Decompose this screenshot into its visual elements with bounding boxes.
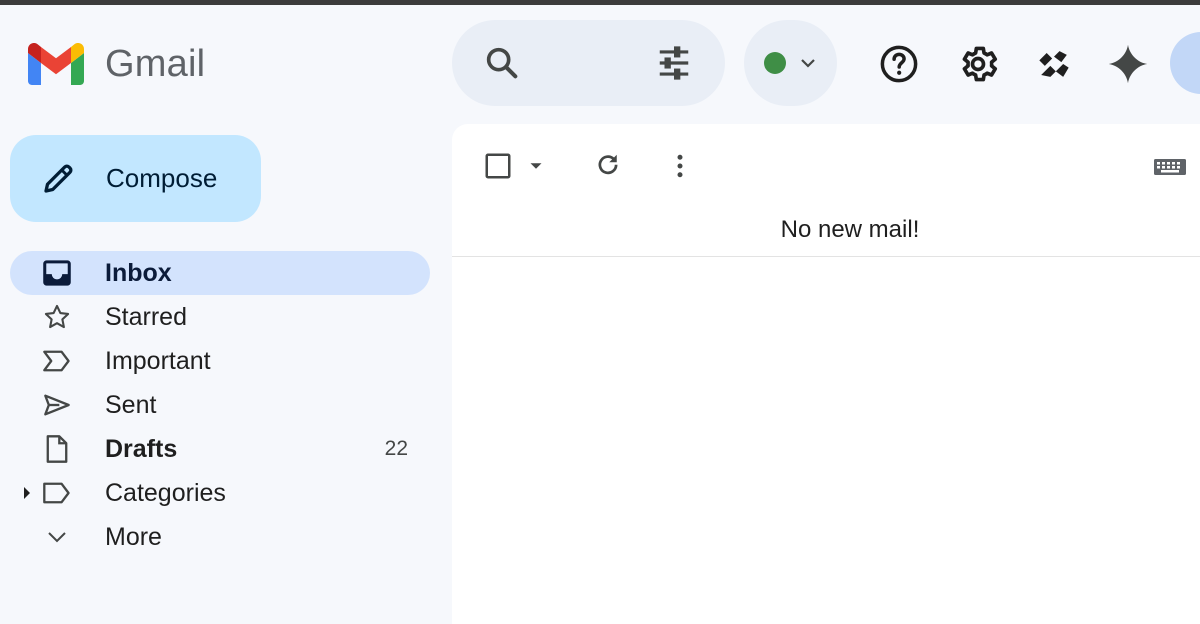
drafts-count: 22 <box>384 437 408 460</box>
settings-button[interactable] <box>954 40 1002 88</box>
sidebar-item-label: More <box>105 522 162 551</box>
compose-label: Compose <box>106 163 218 193</box>
search-bar[interactable] <box>452 20 725 106</box>
refresh-icon <box>598 154 618 175</box>
sidebar-item-sent[interactable]: Sent <box>10 383 430 427</box>
sidebar-item-label: Drafts <box>105 434 178 463</box>
expand-arrow-icon[interactable] <box>22 485 32 506</box>
pencil-icon <box>44 164 73 193</box>
chat-app-icon <box>1039 51 1069 77</box>
chevron-down-icon <box>40 523 74 551</box>
sidebar-item-categories[interactable]: Categories <box>10 471 430 515</box>
caret-down-icon[interactable] <box>525 155 547 177</box>
search-icon[interactable] <box>482 43 522 83</box>
star-icon <box>40 303 74 331</box>
draft-icon <box>40 435 74 463</box>
gear-icon <box>962 46 998 82</box>
important-icon <box>40 347 74 375</box>
keyboard-icon <box>1154 159 1186 175</box>
sidebar-item-label: Sent <box>105 390 157 419</box>
sidebar-item-label: Categories <box>105 478 226 507</box>
chevron-down-icon <box>800 59 815 68</box>
sidebar-item-label: Starred <box>105 302 187 331</box>
help-icon <box>880 45 918 83</box>
more-options-button[interactable] <box>660 146 700 186</box>
sidebar-nav: Inbox Starred Important Sent Drafts 22 C… <box>10 251 430 559</box>
mail-list-panel: No new mail! <box>452 124 1200 624</box>
sidebar-item-label: Important <box>105 346 211 375</box>
search-options-button[interactable] <box>652 41 696 85</box>
send-icon <box>40 391 74 419</box>
refresh-button[interactable] <box>588 146 628 186</box>
gmail-logo[interactable]: Gmail <box>28 40 205 88</box>
sidebar-item-important[interactable]: Important <box>10 339 430 383</box>
status-dot-icon <box>763 52 786 74</box>
empty-inbox-message: No new mail! <box>780 216 920 243</box>
status-selector[interactable] <box>744 20 837 106</box>
sidebar-item-inbox[interactable]: Inbox <box>10 251 430 295</box>
account-avatar[interactable] <box>1170 32 1200 94</box>
select-all-checkbox[interactable] <box>480 148 550 184</box>
inbox-icon <box>40 259 74 287</box>
window-top-border <box>0 0 1200 5</box>
app-title: Gmail <box>105 42 206 85</box>
divider <box>452 256 1200 257</box>
sidebar-item-drafts[interactable]: Drafts 22 <box>10 427 430 471</box>
gmail-m-icon <box>28 43 84 85</box>
input-tools-button[interactable] <box>1150 152 1190 182</box>
apps-button[interactable] <box>1030 40 1078 88</box>
tune-icon <box>659 46 689 80</box>
sparkle-icon <box>1108 44 1148 84</box>
label-icon <box>40 479 74 507</box>
help-button[interactable] <box>875 40 923 88</box>
sidebar-item-label: Inbox <box>105 258 172 287</box>
compose-button[interactable]: Compose <box>10 135 261 222</box>
gemini-button[interactable] <box>1104 40 1152 88</box>
sidebar-item-more[interactable]: More <box>10 515 430 559</box>
more-vert-icon <box>677 154 683 178</box>
checkbox-icon <box>485 153 511 179</box>
sidebar-item-starred[interactable]: Starred <box>10 295 430 339</box>
